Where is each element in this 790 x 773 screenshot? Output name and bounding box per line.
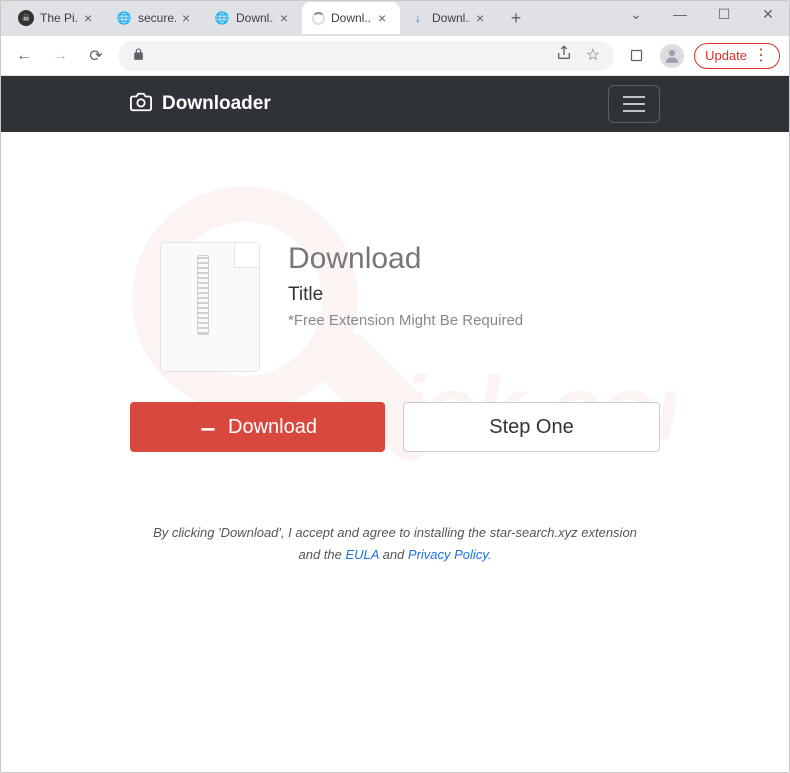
tab-label: Downl... xyxy=(236,11,274,25)
tab-label: Downl... xyxy=(432,11,470,25)
tab-2[interactable]: 🌐 Downl... × xyxy=(204,2,302,34)
share-icon[interactable] xyxy=(556,45,572,66)
window-maximize[interactable]: ☐ xyxy=(710,6,738,23)
hamburger-menu[interactable] xyxy=(608,85,660,123)
camera-icon xyxy=(130,91,152,118)
globe-icon: 🌐 xyxy=(214,10,230,26)
download-button-label: Download xyxy=(228,416,317,439)
tab-1[interactable]: 🌐 secure... × xyxy=(106,2,204,34)
update-button[interactable]: Update ⋮ xyxy=(694,43,780,69)
button-row: Download Step One xyxy=(130,402,660,452)
close-icon[interactable]: × xyxy=(280,11,294,25)
download-icon xyxy=(198,414,218,440)
tab-label: The Pi... xyxy=(40,11,78,25)
main-row: Download Title *Free Extension Might Be … xyxy=(130,242,660,372)
window-minimize[interactable]: — xyxy=(666,6,694,23)
download-button[interactable]: Download xyxy=(130,402,385,452)
zipper-icon xyxy=(197,255,209,335)
page-subheading: Title xyxy=(288,284,660,306)
step-one-button[interactable]: Step One xyxy=(403,402,660,452)
reload-button[interactable]: ⟳ xyxy=(82,42,110,70)
disclaimer: By clicking 'Download', I accept and agr… xyxy=(130,522,660,566)
pirate-icon: ☠ xyxy=(18,10,34,26)
tab-label: secure... xyxy=(138,11,176,25)
new-tab-button[interactable]: + xyxy=(504,6,528,30)
tab-4[interactable]: ↓ Downl... × xyxy=(400,2,498,34)
tab-label: Downl... xyxy=(331,11,372,25)
spinner-icon xyxy=(312,12,325,25)
window-controls: ⌄ — ☐ ✕ xyxy=(622,6,782,23)
eula-link[interactable]: EULA xyxy=(346,547,379,562)
address-bar[interactable]: ☆ xyxy=(118,41,614,71)
menu-dots-icon: ⋮ xyxy=(753,48,769,64)
brand-text: Downloader xyxy=(162,93,271,115)
forward-button[interactable]: → xyxy=(46,42,74,70)
lock-icon xyxy=(132,48,145,64)
page-header: Downloader xyxy=(0,76,790,132)
close-icon[interactable]: × xyxy=(378,11,392,25)
page-note: *Free Extension Might Be Required xyxy=(288,312,660,329)
tab-3-active[interactable]: Downl... × xyxy=(302,2,400,34)
window-close[interactable]: ✕ xyxy=(754,6,782,23)
close-icon[interactable]: × xyxy=(476,11,490,25)
download-icon: ↓ xyxy=(410,10,426,26)
disclaimer-period: . xyxy=(488,547,492,562)
star-icon[interactable]: ☆ xyxy=(586,45,600,66)
privacy-link[interactable]: Privacy Policy xyxy=(408,547,488,562)
globe-icon: 🌐 xyxy=(116,10,132,26)
browser-toolbar: ← → ⟳ ☆ Update ⋮ xyxy=(0,36,790,76)
back-button[interactable]: ← xyxy=(10,42,38,70)
update-label: Update xyxy=(705,48,747,63)
disclaimer-and: and xyxy=(379,547,408,562)
brand: Downloader xyxy=(130,91,271,118)
tab-0[interactable]: ☠ The Pi... × xyxy=(8,2,106,34)
window-dropdown[interactable]: ⌄ xyxy=(622,6,650,23)
page-heading: Download xyxy=(288,242,660,276)
step-one-label: Step One xyxy=(489,416,574,439)
extensions-icon[interactable] xyxy=(622,42,650,70)
file-icon xyxy=(160,242,260,372)
close-icon[interactable]: × xyxy=(182,11,196,25)
profile-avatar[interactable] xyxy=(660,44,684,68)
close-icon[interactable]: × xyxy=(84,11,98,25)
page-content: risk.com Download Title *Free Extension … xyxy=(0,132,790,566)
text-column: Download Title *Free Extension Might Be … xyxy=(288,242,660,329)
